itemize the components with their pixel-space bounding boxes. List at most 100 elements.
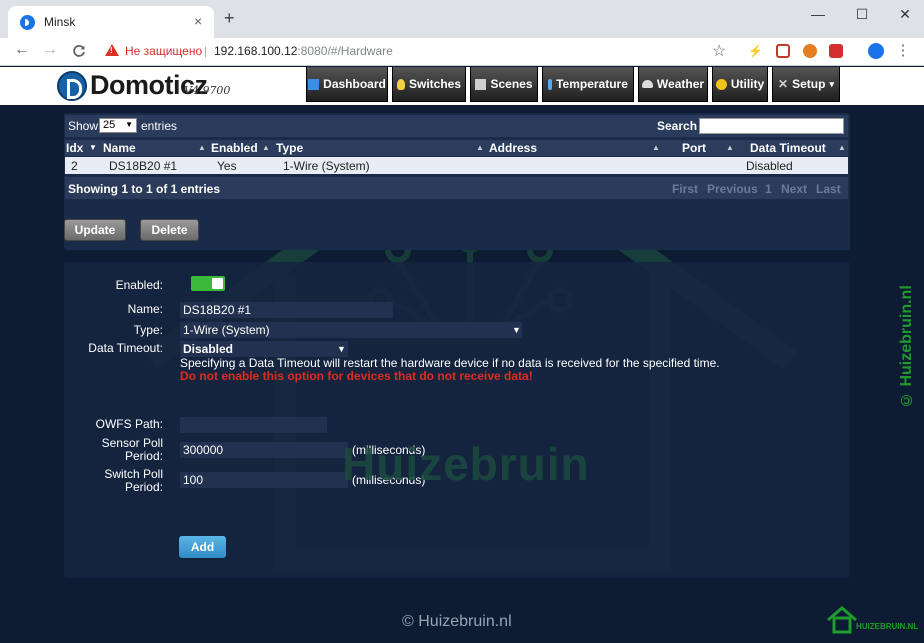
pager-first[interactable]: First xyxy=(672,182,698,196)
menu-switches-label: Switches xyxy=(408,77,462,91)
huizebruin-badge-logo xyxy=(827,606,857,634)
name-label: Name: xyxy=(127,302,163,316)
extension-bolt-icon[interactable]: ⚡ xyxy=(748,44,763,58)
menu-switches[interactable]: Switches xyxy=(392,67,466,102)
sensor-poll-label: Sensor Poll Period: xyxy=(73,437,163,463)
column-name[interactable]: Name xyxy=(103,141,136,155)
sort-icon: ▲ xyxy=(838,143,846,152)
entries-label: entries xyxy=(141,119,178,133)
update-button[interactable]: Update xyxy=(64,219,126,241)
pager-page-1[interactable]: 1 xyxy=(765,182,772,196)
maximize-button[interactable]: ☐ xyxy=(852,6,872,23)
column-idx[interactable]: Idx xyxy=(66,141,83,155)
profile-avatar-icon[interactable] xyxy=(868,43,884,59)
sort-icon: ▲ xyxy=(198,143,206,152)
search-input[interactable] xyxy=(699,118,844,134)
menu-dashboard[interactable]: Dashboard xyxy=(306,67,388,102)
pager-previous[interactable]: Previous xyxy=(707,182,758,196)
url-host: 192.168.100.12 xyxy=(214,44,298,58)
menu-scenes[interactable]: Scenes xyxy=(470,67,538,102)
sort-icon: ▲ xyxy=(262,143,270,152)
column-enabled[interactable]: Enabled xyxy=(211,141,258,155)
insecure-label[interactable]: Не защищено xyxy=(125,44,202,58)
menu-dashboard-label: Dashboard xyxy=(323,77,386,91)
switch-poll-field[interactable]: 100 xyxy=(180,472,348,488)
sort-desc-icon: ▼ xyxy=(89,143,97,152)
menu-weather[interactable]: Weather xyxy=(638,67,708,102)
chevron-down-icon: ▼ xyxy=(512,325,521,335)
domoticz-favicon-icon xyxy=(20,15,35,30)
column-port[interactable]: Port xyxy=(682,141,706,155)
data-timeout-warning: Do not enable this option for devices th… xyxy=(180,369,533,383)
new-tab-button[interactable]: + xyxy=(224,9,235,27)
data-timeout-label: Data Timeout: xyxy=(88,341,163,355)
column-data-timeout[interactable]: Data Timeout xyxy=(750,141,826,155)
data-timeout-value: Disabled xyxy=(183,342,234,356)
column-address[interactable]: Address xyxy=(489,141,537,155)
menu-scenes-label: Scenes xyxy=(490,77,533,91)
menu-setup[interactable]: ✕ Setup ▾ xyxy=(772,67,840,102)
delete-button[interactable]: Delete xyxy=(140,219,199,241)
type-select[interactable]: 1-Wire (System) xyxy=(180,322,522,338)
warning-icon xyxy=(105,44,119,56)
pager-next[interactable]: Next xyxy=(781,182,807,196)
type-select-value: 1-Wire (System) xyxy=(183,323,270,337)
column-type[interactable]: Type xyxy=(276,141,303,155)
data-timeout-help: Specifying a Data Timeout will restart t… xyxy=(180,356,720,370)
watermark-text: Huizebruin xyxy=(342,438,590,490)
name-field[interactable]: DS18B20 #1 xyxy=(180,302,393,318)
forward-button[interactable]: → xyxy=(40,41,60,59)
menu-utility-label: Utility xyxy=(730,77,765,91)
reload-button[interactable] xyxy=(69,41,89,63)
url-path: :8080/#/Hardware xyxy=(297,44,393,58)
menu-temperature[interactable]: Temperature xyxy=(542,67,634,102)
enabled-toggle[interactable] xyxy=(191,276,225,291)
browser-menu-icon[interactable]: ⋮ xyxy=(893,41,913,59)
cell-idx: 2 xyxy=(71,159,78,173)
browser-toolbar: ← → Не защищено | 192.168.100.12:8080/#/… xyxy=(0,38,924,66)
watermark-side-text: © Huizebruin.nl xyxy=(898,285,915,408)
chevron-down-icon: ▼ xyxy=(125,120,133,129)
lightbulb-icon xyxy=(396,78,405,90)
switch-poll-label: Switch Poll Period: xyxy=(73,468,163,494)
data-timeout-select[interactable]: Disabled xyxy=(180,341,348,357)
extension-red-icon[interactable] xyxy=(829,44,843,58)
address-bar[interactable]: 192.168.100.12:8080/#/Hardware xyxy=(214,44,393,58)
app-version: V4.9700 xyxy=(184,84,231,97)
sensor-poll-field[interactable]: 300000 xyxy=(180,442,348,458)
search-label: Search xyxy=(657,119,698,133)
copyright-text: © Huizebruin.nl xyxy=(402,613,512,630)
dashboard-icon xyxy=(308,78,320,90)
add-button[interactable]: Add xyxy=(179,536,226,558)
badge-text: HUIZEBRUIN.NL xyxy=(856,622,919,631)
extension-fox-icon[interactable] xyxy=(803,44,817,58)
chevron-down-icon: ▼ xyxy=(337,344,346,354)
tab-close-icon[interactable]: × xyxy=(194,13,202,29)
owfs-path-field[interactable] xyxy=(180,417,327,433)
extension-pocket-icon[interactable] xyxy=(776,44,790,58)
page-length-select[interactable]: 25 ▼ xyxy=(99,118,137,133)
reload-icon xyxy=(73,45,85,57)
cell-type: 1-Wire (System) xyxy=(283,159,370,173)
menu-weather-label: Weather xyxy=(656,77,705,91)
menu-setup-label: Setup xyxy=(792,77,826,91)
tools-icon: ✕ xyxy=(778,77,789,91)
scenes-icon xyxy=(475,78,487,90)
back-button[interactable]: ← xyxy=(12,41,32,59)
enabled-label: Enabled: xyxy=(115,278,163,292)
page-length-value: 25 xyxy=(103,119,116,131)
address-separator: | xyxy=(204,44,208,58)
cloud-icon xyxy=(641,80,653,88)
bookmark-star-icon[interactable]: ☆ xyxy=(712,41,726,61)
browser-tab-bar: Minsk × + — ☐ ✕ xyxy=(0,0,924,38)
utility-icon xyxy=(715,78,727,90)
menu-utility[interactable]: Utility xyxy=(712,67,768,102)
table-row[interactable] xyxy=(65,157,848,174)
table-info: Showing 1 to 1 of 1 entries xyxy=(68,182,221,196)
close-window-button[interactable]: ✕ xyxy=(895,6,915,23)
minimize-button[interactable]: — xyxy=(808,6,828,22)
thermometer-icon xyxy=(548,78,553,90)
pager-last[interactable]: Last xyxy=(816,182,841,196)
cell-data-timeout: Disabled xyxy=(746,159,793,173)
browser-tab[interactable]: Minsk × xyxy=(8,6,214,38)
